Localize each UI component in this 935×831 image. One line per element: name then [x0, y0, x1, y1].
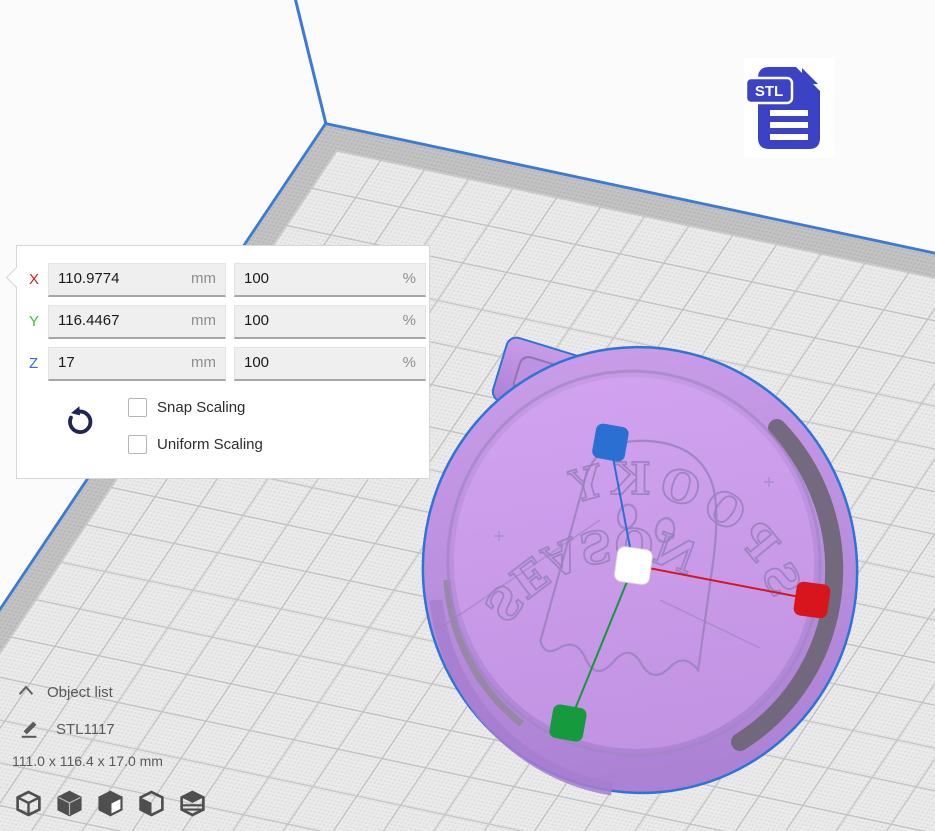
object-list-item[interactable]: STL1117	[56, 721, 115, 738]
scale-handle-x[interactable]	[793, 581, 831, 619]
view-mode-toolbar	[14, 789, 207, 818]
axis-y-label: Y	[29, 305, 47, 338]
axis-z-label: Z	[29, 347, 47, 380]
axis-x-label: X	[29, 263, 47, 296]
z-size-input[interactable]: 17 mm	[48, 347, 226, 381]
stl-file-icon[interactable]: STL	[744, 58, 834, 157]
y-percent-input[interactable]: 100 %	[234, 305, 426, 339]
snap-scaling-checkbox[interactable]	[128, 398, 147, 417]
y-size-input[interactable]: 116.4467 mm	[48, 305, 226, 339]
scale-row-x: X 110.9774 mm 100 %	[17, 263, 429, 296]
z-size-unit: mm	[191, 348, 216, 378]
z-percent-unit: %	[403, 348, 416, 378]
view-cube-layers-icon[interactable]	[178, 789, 207, 818]
x-percent-input[interactable]: 100 %	[234, 263, 426, 297]
scale-tool-panel: X 110.9774 mm 100 % Y 116.4467 mm 100 % …	[16, 245, 430, 479]
reset-icon	[63, 404, 97, 438]
x-size-input[interactable]: 110.9774 mm	[48, 263, 226, 297]
scale-handle-center[interactable]	[614, 546, 654, 586]
y-percent-unit: %	[403, 306, 416, 336]
view-cube-half-icon[interactable]	[137, 789, 166, 818]
view-cube-open-face-icon[interactable]	[96, 789, 125, 818]
scale-row-y: Y 116.4467 mm 100 %	[17, 305, 429, 338]
view-cube-solid-icon[interactable]	[55, 789, 84, 818]
scale-row-z: Z 17 mm 100 %	[17, 347, 429, 380]
model-dimensions: 111.0 x 116.4 x 17.0 mm	[12, 753, 163, 769]
x-percent-unit: %	[403, 264, 416, 294]
z-percent-input[interactable]: 100 %	[234, 347, 426, 381]
object-list-header[interactable]: Object list	[47, 684, 113, 701]
chevron-up-icon[interactable]	[16, 683, 36, 699]
x-size-unit: mm	[191, 264, 216, 294]
stl-badge-label: STL	[755, 83, 783, 100]
slicer-viewport: SPOOKY SEASON	[0, 0, 935, 831]
uniform-scaling-label: Uniform Scaling	[157, 435, 263, 454]
reset-scale-button[interactable]	[63, 404, 97, 438]
scale-handle-y[interactable]	[548, 703, 587, 742]
view-cube-wireframe-icon[interactable]	[14, 789, 43, 818]
snap-scaling-label: Snap Scaling	[157, 398, 245, 417]
pencil-icon[interactable]	[19, 716, 41, 740]
uniform-scaling-checkbox[interactable]	[128, 435, 147, 454]
scale-handle-z[interactable]	[591, 422, 630, 462]
y-size-unit: mm	[191, 306, 216, 336]
